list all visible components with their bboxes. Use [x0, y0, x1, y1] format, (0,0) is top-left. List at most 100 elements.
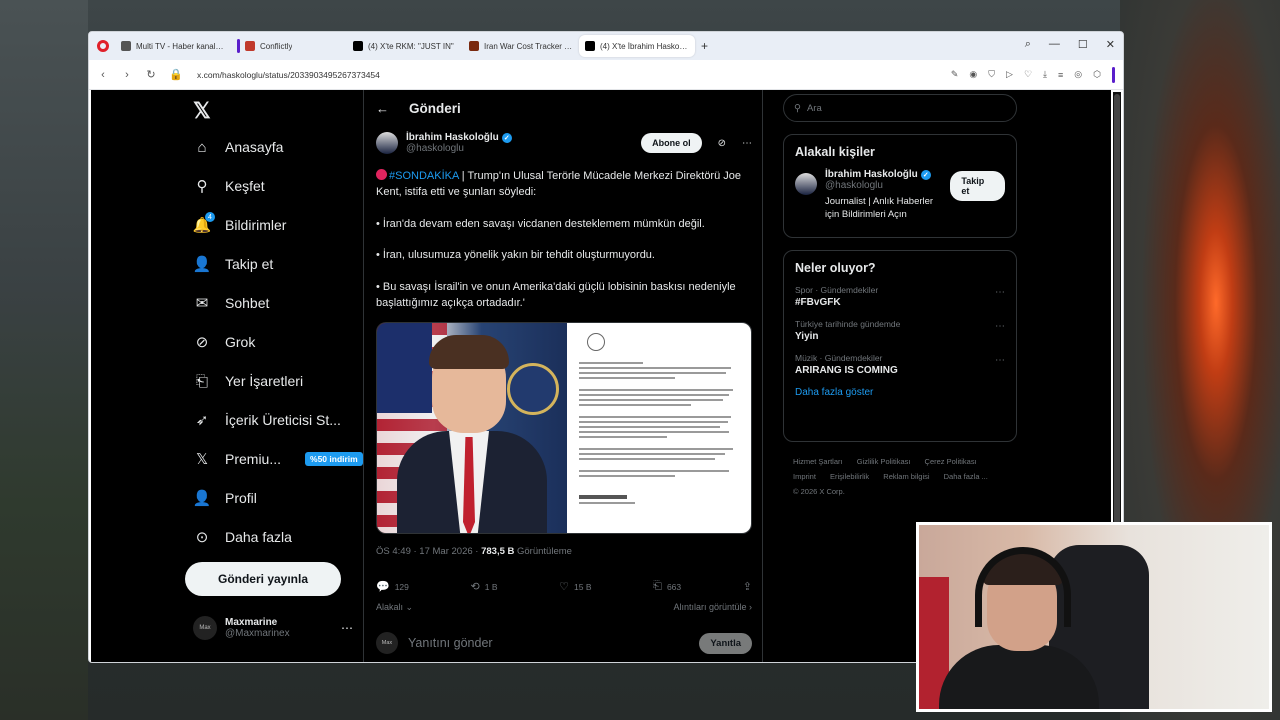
- nav-item-explore[interactable]: ⚲ Keşfet: [193, 177, 265, 195]
- browser-tab[interactable]: Conflictly: [231, 35, 347, 57]
- nav-item-more[interactable]: ⊙ Daha fazla: [193, 528, 292, 546]
- scrollbar-thumb[interactable]: [1114, 94, 1120, 524]
- forward-icon[interactable]: ›: [121, 69, 133, 81]
- more-icon[interactable]: ⋯: [742, 138, 752, 149]
- view-quotes-link[interactable]: Alıntıları görüntüle ›: [673, 602, 752, 613]
- share-action[interactable]: ⇪: [743, 580, 752, 593]
- camera-icon[interactable]: ◉: [969, 69, 977, 80]
- maximize-icon[interactable]: ☐: [1078, 38, 1088, 51]
- avatar[interactable]: [795, 173, 817, 195]
- heart-icon[interactable]: ♡: [1024, 69, 1032, 80]
- footer-link[interactable]: Daha fazla ...: [944, 472, 988, 481]
- show-more-link[interactable]: Daha fazla göster: [795, 387, 1005, 398]
- author-handle[interactable]: @haskologlu: [406, 143, 512, 154]
- footer-link[interactable]: Reklam bilgisi: [883, 472, 929, 481]
- hair-shape: [429, 335, 509, 369]
- tab-favicon-icon: [585, 41, 595, 51]
- reply-button[interactable]: Yanıtla: [699, 632, 752, 654]
- nav-item-notifications[interactable]: 🔔 4 Bildirimler: [193, 212, 286, 234]
- like-action[interactable]: ♡ 15 B: [559, 580, 591, 593]
- trend-item[interactable]: Spor · Gündemdekiler #FBvGFK ⋯: [795, 285, 1005, 308]
- footer-link[interactable]: Imprint: [793, 472, 816, 481]
- portrait-photo[interactable]: [377, 323, 567, 533]
- nav-item-bookmarks[interactable]: ⎗ Yer İşaretleri: [193, 372, 303, 390]
- more-icon[interactable]: ⋯: [995, 287, 1005, 298]
- back-arrow-icon[interactable]: ←: [376, 101, 389, 116]
- x-logo-icon[interactable]: 𝕏: [193, 98, 211, 124]
- resignation-letter-image[interactable]: [567, 323, 751, 533]
- tab-label: (4) X'te İbrahim Haskoğlu: [600, 41, 689, 51]
- sort-dropdown[interactable]: Alakalı ⌄: [376, 602, 413, 613]
- subscribe-button[interactable]: Abone ol: [641, 133, 702, 153]
- reply-input[interactable]: Yanıtını gönder: [408, 636, 493, 650]
- profile-icon[interactable]: ◎: [1074, 69, 1082, 80]
- chevron-right-icon: ›: [746, 602, 752, 612]
- nav-item-home[interactable]: ⌂ Anasayfa: [193, 138, 283, 156]
- post-time[interactable]: ÖS 4:49 · 17 Mar 2026 ·: [376, 546, 481, 557]
- letter-line: [579, 502, 635, 504]
- post-button[interactable]: Gönderi yayınla: [185, 562, 341, 596]
- back-icon[interactable]: ‹: [97, 69, 109, 81]
- avatar[interactable]: [376, 132, 398, 154]
- agency-seal: [507, 363, 559, 415]
- reply-icon: 💬: [376, 581, 390, 593]
- post-media[interactable]: [376, 322, 752, 534]
- search-icon: ⚲: [794, 102, 801, 114]
- browser-tab[interactable]: Multi TV - Haber kanalları: [115, 35, 231, 57]
- more-icon[interactable]: ⋯: [341, 621, 353, 635]
- browser-tab[interactable]: (4) X'te RKM: "JUST IN": [347, 35, 463, 57]
- reply-action[interactable]: 💬 129: [376, 580, 409, 593]
- nav-item-profile[interactable]: 👤 Profil: [193, 489, 257, 507]
- bookmark-icon: ⎗: [195, 372, 208, 390]
- edit-icon[interactable]: ✎: [951, 69, 959, 80]
- letter-line: [579, 372, 727, 374]
- tab-bar: Multi TV - Haber kanalları Conflictly (4…: [89, 32, 1123, 60]
- person-bio: Journalist | Anlık Haberler için Bildiri…: [825, 196, 934, 220]
- reload-icon[interactable]: ↻: [145, 68, 157, 81]
- follow-button[interactable]: Takip et: [950, 171, 1005, 201]
- trend-item[interactable]: Müzik · Gündemdekiler ARIRANG IS COMING ⋯: [795, 353, 1005, 376]
- footer-link[interactable]: Erişilebilirlik: [830, 472, 869, 481]
- close-icon[interactable]: ✕: [1106, 38, 1115, 51]
- opera-logo-icon[interactable]: [97, 40, 109, 52]
- breaking-dot-icon: [376, 169, 387, 180]
- bookmark-action[interactable]: ⎗ 663: [653, 580, 681, 593]
- letter-line: [579, 404, 691, 406]
- url-field[interactable]: x.com/haskologlu/status/2033903495267373…: [197, 70, 380, 80]
- repost-action[interactable]: ⟲ 1 B: [471, 580, 498, 593]
- search-input[interactable]: ⚲ Ara: [783, 94, 1017, 122]
- minimize-icon[interactable]: —: [1049, 38, 1060, 51]
- grok-icon[interactable]: ⊘: [718, 138, 726, 149]
- footer-link[interactable]: Çerez Politikası: [925, 457, 977, 466]
- nav-item-follow[interactable]: 👤 Takip et: [193, 255, 274, 273]
- post-actions: 💬 129 ⟲ 1 B ♡ 15 B ⎗ 663 ⇪: [376, 580, 752, 593]
- share-icon: ⇪: [742, 581, 752, 593]
- background-scenery-left: [0, 0, 88, 720]
- nav-label: Sohbet: [225, 295, 270, 311]
- footer-link[interactable]: Hizmet Şartları: [793, 457, 843, 466]
- footer-link[interactable]: Gizlilik Politikası: [857, 457, 911, 466]
- search-tabs-icon[interactable]: ⌕: [1025, 38, 1031, 51]
- webcam-overlay: [916, 522, 1272, 712]
- extensions-icon[interactable]: ⬡: [1093, 69, 1101, 80]
- nav-item-premium[interactable]: 𝕏 Premiu... %50 indirim: [193, 450, 363, 468]
- hashtag-link[interactable]: #SONDAKİKA: [389, 170, 459, 182]
- browser-tab[interactable]: Iran War Cost Tracker — |: [463, 35, 579, 57]
- download-icon[interactable]: ⤓: [1043, 69, 1047, 80]
- letter-line: [579, 470, 730, 472]
- more-icon[interactable]: ⋯: [995, 355, 1005, 366]
- play-icon[interactable]: ▷: [1006, 69, 1013, 80]
- browser-tab-active[interactable]: (4) X'te İbrahim Haskoğlu: [579, 35, 695, 57]
- new-tab-button[interactable]: +: [701, 39, 708, 53]
- nav-item-chat[interactable]: ✉ Sohbet: [193, 294, 270, 312]
- author-name-row[interactable]: İbrahim Haskoloğlu ✓: [406, 132, 512, 143]
- lock-icon[interactable]: 🔒: [169, 68, 183, 81]
- nav-item-creator-studio[interactable]: ➶ İçerik Üreticisi St...: [193, 411, 341, 429]
- menu-icon[interactable]: ≡: [1058, 70, 1063, 80]
- related-person[interactable]: İbrahim Haskoloğlu ✓ @haskologlu Journali…: [795, 169, 1005, 221]
- shield-icon[interactable]: ⛉: [988, 69, 995, 80]
- trend-item[interactable]: Türkiye tarihinde gündemde Yiyin ⋯: [795, 319, 1005, 342]
- account-switcher[interactable]: Max Maxmarine @Maxmarinex ⋯: [193, 616, 353, 640]
- more-icon[interactable]: ⋯: [995, 321, 1005, 332]
- nav-item-grok[interactable]: ⊘ Grok: [193, 333, 256, 351]
